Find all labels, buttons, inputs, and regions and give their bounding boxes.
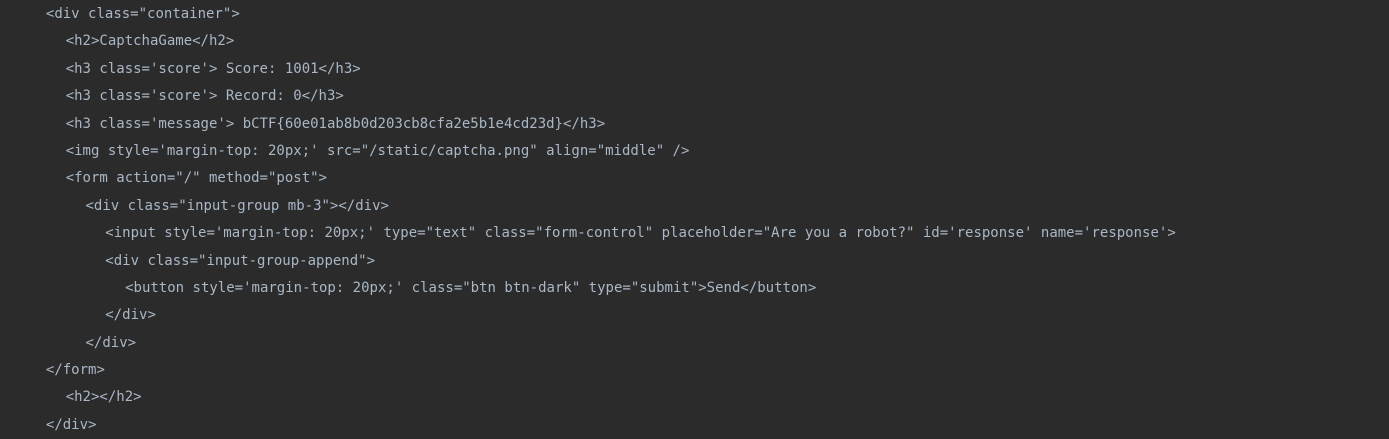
code-line[interactable]: <div class="input-group mb-3"></div> [0,193,1389,220]
code-line[interactable]: <input style='margin-top: 20px;' type="t… [0,220,1389,247]
code-line-text: <h3 class='message'> bCTF{60e01ab8b0d203… [65,115,606,132]
code-line[interactable]: <h3 class='message'> bCTF{60e01ab8b0d203… [0,111,1389,138]
code-line-text: </div> [85,334,137,351]
code-line[interactable]: <h2></h2> [0,384,1389,411]
code-line[interactable]: <form action="/" method="post"> [0,165,1389,192]
code-line-text: <h3 class='score'> Record: 0</h3> [65,88,344,105]
code-line[interactable]: </div> [0,412,1389,439]
code-line-text: <h3 class='score'> Score: 1001</h3> [65,60,361,77]
code-line-text: <h2></h2> [65,389,142,406]
code-line-text: <h2>CaptchaGame</h2> [65,33,235,50]
code-editor[interactable]: <div class="container"> <h2>CaptchaGame</… [0,0,1389,437]
code-line-text: </div> [45,416,97,433]
code-line[interactable]: </form> [0,357,1389,384]
code-line-text: <img style='margin-top: 20px;' src="/sta… [65,142,690,159]
code-line[interactable]: <h3 class='score'> Record: 0</h3> [0,83,1389,110]
code-line-text: <div class="container"> [45,6,240,22]
code-line-text: <div class="input-group-append"> [105,252,376,269]
code-line[interactable]: <div class="input-group-append"> [0,248,1389,275]
code-line[interactable]: <img style='margin-top: 20px;' src="/sta… [0,138,1389,165]
code-line-text: <div class="input-group mb-3"></div> [85,197,389,214]
code-line-text: </form> [45,362,105,379]
code-line[interactable]: </div> [0,330,1389,357]
code-line-text: </div> [105,307,156,324]
code-line[interactable]: <h2>CaptchaGame</h2> [0,28,1389,55]
code-line[interactable]: </div> [0,302,1389,329]
code-line-text: <input style='margin-top: 20px;' type="t… [105,225,1176,242]
code-line-text: <button style='margin-top: 20px;' class=… [125,279,817,296]
code-line[interactable]: <button style='margin-top: 20px;' class=… [0,275,1389,302]
code-line-text: <form action="/" method="post"> [65,170,327,187]
code-line[interactable]: <h3 class='score'> Score: 1001</h3> [0,56,1389,83]
code-line[interactable]: <div class="container"> [0,1,1389,28]
code-lines: <div class="container"> <h2>CaptchaGame</… [0,1,1389,439]
